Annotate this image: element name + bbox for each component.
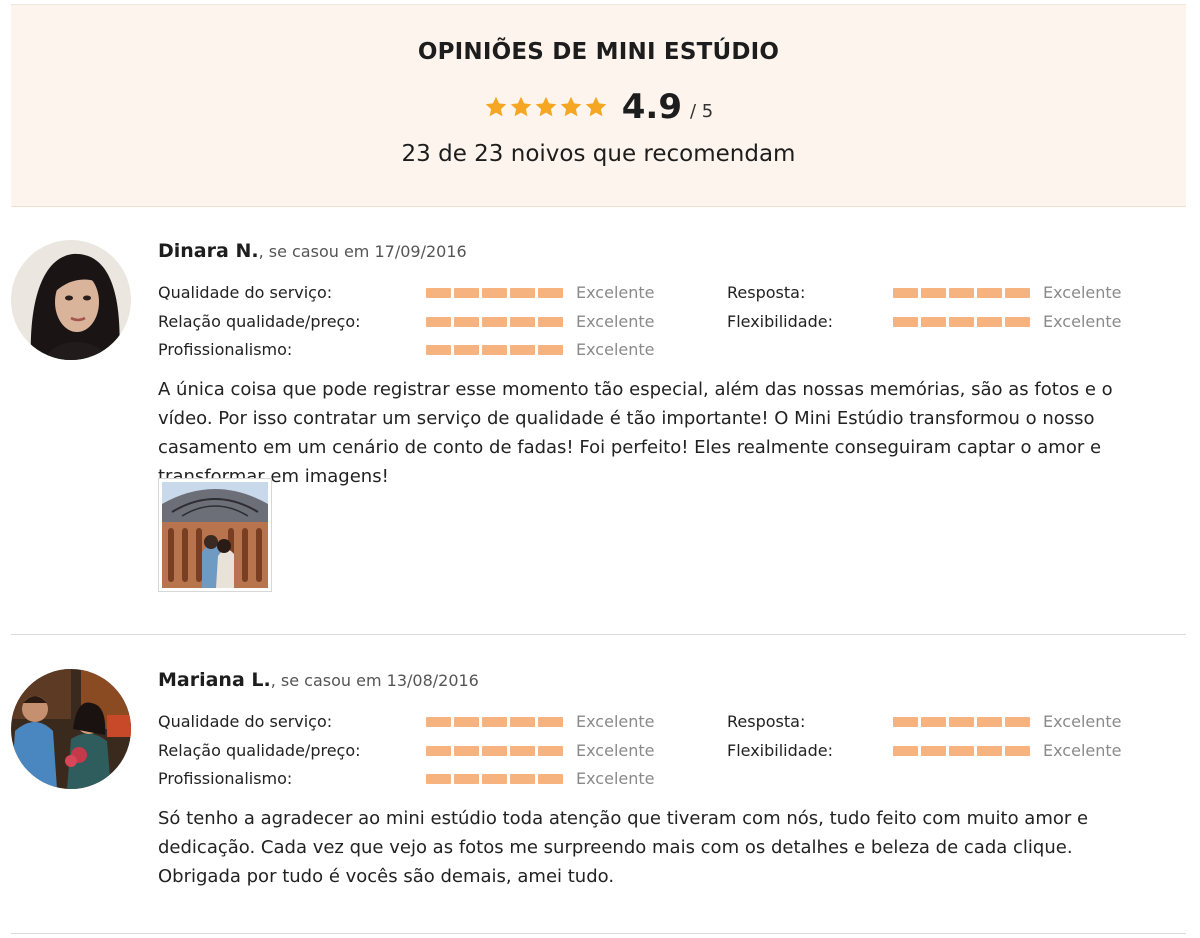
rating-bar (893, 746, 1030, 756)
avatar[interactable] (11, 669, 131, 789)
star-icon (535, 96, 557, 117)
star-icon (585, 96, 607, 117)
criterion-label: Flexibilidade: (727, 312, 833, 331)
rating-bar (426, 746, 563, 756)
rating-verdict: Excelente (1043, 712, 1122, 731)
rating-verdict: Excelente (576, 741, 655, 760)
rating-verdict: Excelente (576, 283, 655, 302)
wedding-date: , se casou em 17/09/2016 (258, 242, 467, 261)
summary-title: OPINIÕES DE MINI ESTÚDIO (417, 39, 780, 65)
reviewer-info: Dinara N., se casou em 17/09/2016 (158, 240, 467, 262)
criterion-label: Profissionalismo: (158, 340, 293, 359)
rating-verdict: Excelente (576, 312, 655, 331)
criterion-label: Qualidade do serviço: (158, 712, 333, 731)
review-item: Dinara N., se casou em 17/09/2016 Qualid… (11, 240, 1186, 600)
star-icon (485, 96, 507, 117)
star-rating (484, 95, 608, 119)
review-text: A única coisa que pode registrar esse mo… (158, 379, 1113, 487)
rating-bar (893, 717, 1030, 727)
criterion-label: Resposta: (727, 283, 806, 302)
rating-bar (426, 774, 563, 784)
rating-bar (893, 288, 1030, 298)
recommend-count: 23 de 23 noivos que recomendam (401, 141, 796, 167)
summary-rating: 4.9 / 5 (11, 85, 1186, 129)
reviewer-name: Mariana L. (158, 669, 271, 691)
review-text: Só tenho a agradecer ao mini estúdio tod… (158, 808, 1089, 887)
rating-bar (426, 317, 563, 327)
criterion-label: Flexibilidade: (727, 741, 833, 760)
review-item: Mariana L., se casou em 13/08/2016 Quali… (11, 669, 1186, 899)
score-max: / 5 (689, 101, 714, 122)
rating-verdict: Excelente (576, 769, 655, 788)
review-divider (11, 634, 1186, 635)
wedding-date: , se casou em 13/08/2016 (270, 671, 479, 690)
criterion-label: Relação qualidade/preço: (158, 312, 361, 331)
star-icon (510, 96, 532, 117)
rating-bar (426, 288, 563, 298)
rating-verdict: Excelente (576, 712, 655, 731)
star-icon (560, 96, 582, 117)
rating-verdict: Excelente (576, 340, 655, 359)
rating-bar (426, 717, 563, 727)
criterion-label: Profissionalismo: (158, 769, 293, 788)
review-divider (11, 933, 1186, 934)
reviewer-info: Mariana L., se casou em 13/08/2016 (158, 669, 479, 691)
criterion-label: Relação qualidade/preço: (158, 741, 361, 760)
rating-verdict: Excelente (1043, 283, 1122, 302)
criterion-label: Qualidade do serviço: (158, 283, 333, 302)
rating-bar (426, 345, 563, 355)
reviewer-name: Dinara N. (158, 240, 259, 262)
avatar[interactable] (11, 240, 131, 360)
rating-verdict: Excelente (1043, 312, 1122, 331)
rating-bar (893, 317, 1030, 327)
review-photo[interactable] (158, 478, 272, 592)
reviews-summary: OPINIÕES DE MINI ESTÚDIO 4.9 / 5 23 de 2… (11, 4, 1186, 207)
average-score: 4.9 (621, 87, 682, 127)
rating-verdict: Excelente (1043, 741, 1122, 760)
criterion-label: Resposta: (727, 712, 806, 731)
